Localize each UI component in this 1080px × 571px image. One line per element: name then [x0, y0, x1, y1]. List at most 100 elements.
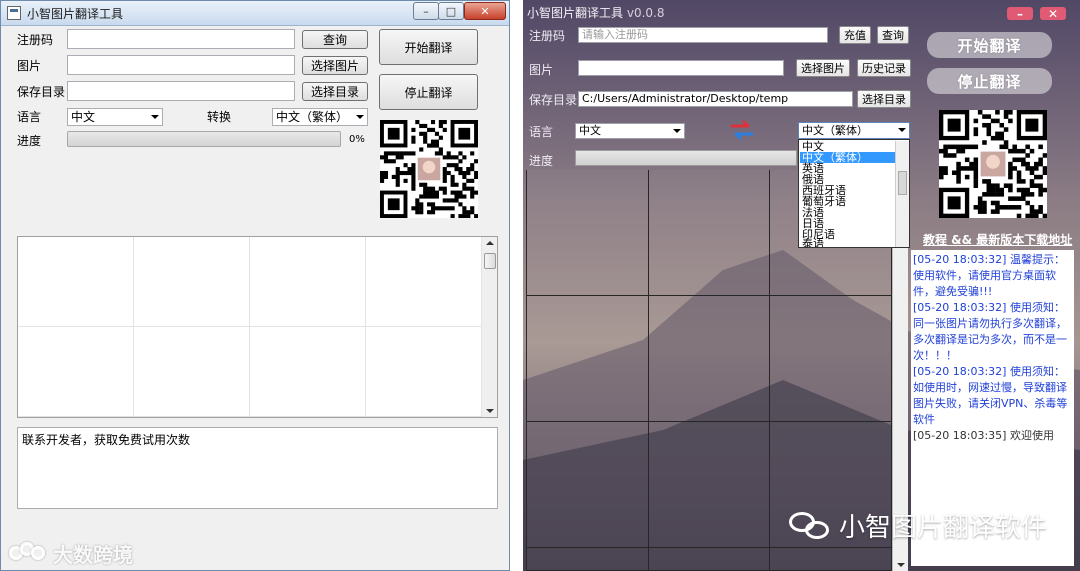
save-dir-input[interactable] [67, 81, 295, 101]
source-language-select[interactable]: 中文 [67, 108, 163, 126]
recharge-button[interactable]: 充值 [839, 26, 871, 44]
source-language-value: 中文 [71, 110, 96, 124]
qr-code-graphic [380, 120, 479, 219]
preview-cell [648, 548, 771, 571]
select-image-button[interactable]: 选择图片 [796, 59, 850, 77]
wechat-icon [789, 510, 831, 542]
target-language-value: 中文（繁体） [276, 110, 349, 124]
reg-code-label: 注册码 [17, 33, 54, 47]
reg-code-input[interactable] [67, 29, 295, 49]
scroll-down-icon[interactable] [486, 409, 494, 413]
window-title: 小智图片翻译工具 v0.0.8 [527, 4, 664, 21]
preview-cell [18, 237, 134, 327]
language-label: 语言 [17, 110, 42, 124]
log-entry: [05-20 18:03:35] 欢迎使用 [913, 429, 1054, 442]
dropdown-list[interactable]: 中文 中文（繁体） 英语 俄语 西班牙语 葡萄牙语 法语 日语 印尼语 泰语 [798, 139, 910, 248]
progress-label: 进度 [17, 134, 42, 148]
chevron-down-icon [151, 115, 159, 119]
log-entry: [05-20 18:03:32] 使用须知：同一张图片请勿执行多次翻译，多次翻译… [913, 301, 1067, 362]
progress-label: 进度 [529, 154, 554, 168]
stop-translate-button[interactable]: 停止翻译 [927, 68, 1052, 94]
preview-cell [648, 170, 771, 296]
preview-cell [527, 296, 649, 422]
preview-cell [648, 296, 771, 422]
query-button[interactable]: 查询 [302, 30, 368, 49]
scrollbar-thumb[interactable] [898, 171, 907, 195]
brand-logo-icon [9, 541, 47, 566]
image-label: 图片 [17, 59, 42, 73]
select-dir-button[interactable]: 选择目录 [302, 82, 368, 101]
scroll-up-icon[interactable] [486, 241, 494, 245]
dropdown-option[interactable]: 泰语 [800, 238, 896, 247]
preview-cell [250, 237, 366, 327]
image-preview-grid [17, 236, 483, 418]
maximize-button[interactable]: □ [438, 2, 464, 20]
target-language-select[interactable]: 中文（繁体） [798, 122, 910, 139]
reg-code-input[interactable]: 请输入注册码 [578, 27, 828, 43]
log-textarea[interactable]: 联系开发者，获取免费试用次数 [17, 427, 498, 509]
reg-code-label: 注册码 [529, 29, 566, 43]
progress-percent: 0% [349, 134, 365, 145]
scroll-down-icon[interactable] [897, 563, 905, 567]
log-entry: [05-20 18:03:32] 使用须知：如使用时，网速过慢，导致翻译图片失败… [913, 365, 1068, 426]
preview-cell [527, 422, 649, 548]
start-translate-button[interactable]: 开始翻译 [379, 29, 478, 65]
image-path-input[interactable] [67, 55, 295, 75]
target-language-value: 中文（繁体） [802, 124, 868, 137]
preview-cell [366, 327, 482, 417]
preview-cell [18, 327, 134, 417]
preview-cell [134, 237, 250, 327]
swap-languages-icon[interactable] [730, 119, 754, 141]
query-button[interactable]: 查询 [877, 26, 909, 44]
start-translate-button[interactable]: 开始翻译 [927, 32, 1052, 58]
preview-scrollbar[interactable] [482, 236, 498, 418]
minimize-button[interactable]: – [413, 2, 439, 20]
save-dir-label: 保存目录 [17, 85, 66, 99]
chevron-down-icon [898, 128, 906, 132]
minimize-button[interactable]: – [1007, 7, 1033, 21]
log-entry: [05-20 18:03:32] 温馨提示：使用软件，请使用官方桌面软件，避免受… [913, 253, 1065, 298]
history-button[interactable]: 历史记录 [857, 59, 911, 77]
preview-cell [366, 237, 482, 327]
scrollbar-thumb[interactable] [484, 253, 496, 269]
select-image-button[interactable]: 选择图片 [302, 56, 368, 75]
version-label: v0.0.8 [626, 6, 665, 20]
preview-cell [770, 296, 892, 422]
right-app-window: 小智图片翻译工具 v0.0.8 – ✕ 注册码 图片 保存目录 语言 进度 请输… [523, 0, 1080, 571]
select-dir-button[interactable]: 选择目录 [857, 90, 911, 108]
progress-bar [67, 131, 341, 147]
dropdown-scrollbar[interactable] [895, 141, 909, 247]
source-language-value: 中文 [579, 124, 601, 137]
close-button[interactable]: ✕ [1040, 7, 1066, 21]
wechat-watermark: 小智图片翻译软件 [789, 507, 1047, 544]
convert-label: 转换 [207, 110, 232, 124]
preview-cell [134, 327, 250, 417]
preview-cell [527, 548, 649, 571]
preview-cell [250, 327, 366, 417]
watermark-text: 小智图片翻译软件 [839, 513, 1048, 543]
left-titlebar[interactable]: 小智图片翻译工具 – □ ✕ [1, 1, 509, 26]
app-icon [7, 6, 21, 20]
preview-cell [527, 170, 649, 296]
language-label: 语言 [529, 125, 554, 139]
window-title: 小智图片翻译工具 [27, 7, 124, 21]
target-language-dropdown[interactable]: 中文（繁体） 中文 中文（繁体） 英语 俄语 西班牙语 葡萄牙语 法语 日语 印… [798, 122, 910, 248]
chevron-down-icon [356, 115, 364, 119]
save-dir-label: 保存目录 [529, 93, 578, 107]
image-path-input[interactable] [578, 60, 784, 76]
source-language-select[interactable]: 中文 [575, 123, 685, 139]
watermark-logo: 大数跨境 [9, 539, 133, 568]
image-label: 图片 [529, 63, 554, 77]
stop-translate-button[interactable]: 停止翻译 [379, 74, 478, 110]
tutorial-download-link[interactable]: 教程 && 最新版本下载地址 [923, 231, 1072, 248]
preview-cell [648, 422, 771, 548]
left-app-window: 小智图片翻译工具 – □ ✕ 注册码 图片 保存目录 语言 转换 进度 查询 选… [0, 0, 510, 571]
app-name: 小智图片翻译工具 [527, 6, 624, 20]
qr-code [939, 110, 1048, 219]
chevron-down-icon [673, 129, 681, 133]
preview-cell [770, 548, 892, 571]
save-dir-input[interactable]: C:/Users/Administrator/Desktop/temp [578, 91, 853, 107]
target-language-select[interactable]: 中文（繁体） [272, 108, 368, 126]
close-button[interactable]: ✕ [464, 2, 506, 20]
progress-bar [575, 150, 797, 166]
